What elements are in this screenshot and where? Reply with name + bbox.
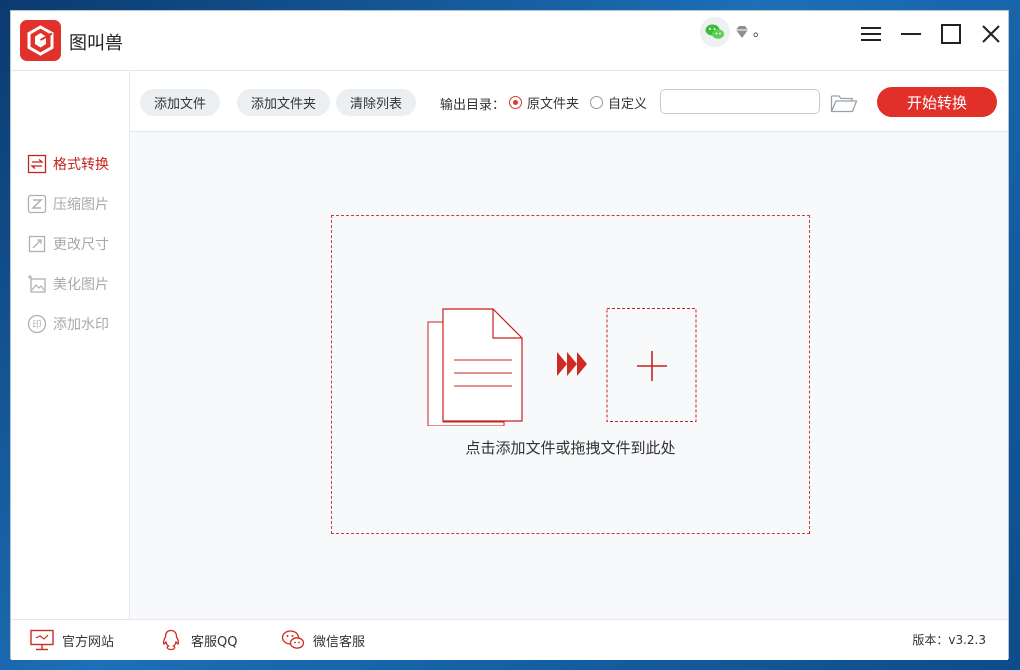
clear-list-button[interactable]: 清除列表 bbox=[336, 89, 417, 116]
app-title: 图叫兽 bbox=[69, 33, 123, 54]
sidebar-item-resize[interactable]: 更改尺寸 bbox=[27, 232, 127, 256]
radio-original-folder[interactable]: 原文件夹 bbox=[509, 93, 579, 112]
resize-icon bbox=[27, 234, 47, 254]
qq-icon bbox=[159, 629, 183, 651]
vip-diamond-icon[interactable] bbox=[734, 24, 750, 40]
wechat-login-icon[interactable] bbox=[700, 17, 730, 47]
wechat-icon bbox=[281, 629, 305, 651]
radio-label: 原文件夹 bbox=[527, 97, 580, 112]
sidebar-item-compress[interactable]: 压缩图片 bbox=[27, 192, 127, 216]
main-content: 点击添加文件或拖拽文件到此处 bbox=[130, 132, 1008, 619]
sidebar-item-label: 美化图片 bbox=[53, 277, 109, 293]
sidebar-item-label: 更改尺寸 bbox=[53, 237, 109, 253]
app-logo-icon bbox=[20, 20, 61, 61]
menu-icon[interactable] bbox=[857, 20, 885, 48]
title-bar: 图叫兽 。 bbox=[11, 11, 1008, 71]
radio-label: 自定义 bbox=[608, 97, 648, 112]
sidebar-item-label: 格式转换 bbox=[53, 157, 109, 173]
add-files-illustration bbox=[427, 308, 697, 426]
radio-custom-folder[interactable]: 自定义 bbox=[590, 93, 647, 112]
plus-icon bbox=[606, 308, 697, 422]
output-path-input[interactable] bbox=[660, 89, 820, 114]
sidebar-item-format-convert[interactable]: 格式转换 bbox=[27, 152, 127, 176]
close-icon[interactable] bbox=[977, 20, 1005, 48]
monitor-icon bbox=[30, 629, 54, 651]
start-convert-button[interactable]: 开始转换 bbox=[877, 87, 997, 117]
sidebar: 格式转换 压缩图片 更改尺寸 美化图片 印 添加水印 bbox=[11, 71, 130, 619]
app-window: 图叫兽 。 格式转换 压缩图片 更改尺寸 美化图片 印 添加水印 添加文件 添加… bbox=[10, 10, 1009, 660]
file-drop-zone[interactable]: 点击添加文件或拖拽文件到此处 bbox=[331, 215, 810, 534]
sidebar-item-label: 添加水印 bbox=[53, 317, 109, 333]
footer: 官方网站 客服QQ 微信客服 版本：v3.2.3 bbox=[11, 619, 1008, 660]
output-dir-label: 输出目录： bbox=[440, 98, 506, 113]
sidebar-item-label: 压缩图片 bbox=[53, 197, 109, 213]
footer-label: 官方网站 bbox=[62, 634, 115, 650]
watermark-icon: 印 bbox=[27, 314, 47, 334]
radio-dot-checked bbox=[509, 96, 522, 109]
qq-support-link[interactable]: 客服QQ bbox=[159, 629, 237, 651]
wechat-support-link[interactable]: 微信客服 bbox=[281, 629, 365, 651]
minimize-icon[interactable] bbox=[897, 20, 925, 48]
compress-icon bbox=[27, 194, 47, 214]
svg-text:印: 印 bbox=[32, 319, 41, 331]
add-file-button[interactable]: 添加文件 bbox=[140, 89, 221, 116]
maximize-icon[interactable] bbox=[937, 20, 965, 48]
documents-icon bbox=[427, 308, 523, 426]
footer-label: 微信客服 bbox=[313, 634, 366, 650]
arrow-forward-icon bbox=[557, 352, 587, 376]
add-folder-button[interactable]: 添加文件夹 bbox=[237, 89, 331, 116]
radio-dot bbox=[590, 96, 603, 109]
beautify-icon bbox=[27, 274, 47, 294]
convert-icon bbox=[27, 154, 47, 174]
sidebar-item-beautify[interactable]: 美化图片 bbox=[27, 272, 127, 296]
drop-zone-hint: 点击添加文件或拖拽文件到此处 bbox=[465, 439, 676, 457]
official-website-link[interactable]: 官方网站 bbox=[30, 629, 114, 651]
sidebar-item-watermark[interactable]: 印 添加水印 bbox=[27, 312, 127, 336]
toolbar: 添加文件 添加文件夹 清除列表 输出目录： 原文件夹 自定义 开始转换 bbox=[130, 71, 1008, 132]
version-text: 版本：v3.2.3 bbox=[912, 633, 986, 647]
footer-label: 客服QQ bbox=[191, 634, 238, 650]
user-name: 。 bbox=[753, 24, 767, 40]
folder-open-icon[interactable] bbox=[830, 93, 858, 113]
